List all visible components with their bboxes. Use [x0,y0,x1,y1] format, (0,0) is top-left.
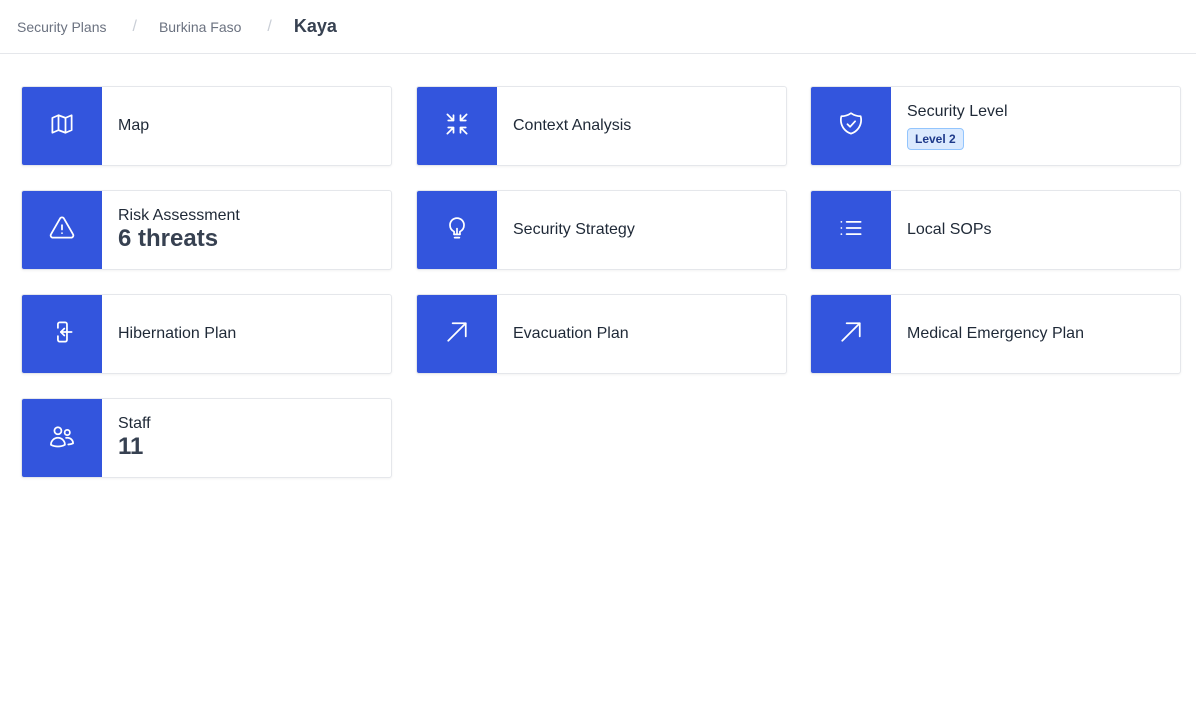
card-evacuation-plan-label: Evacuation Plan [513,325,629,342]
breadcrumb-burkina-faso[interactable]: Burkina Faso [159,19,241,35]
card-staff-tile [22,399,102,477]
card-local-sops-label: Local SOPs [907,221,992,238]
card-risk-assessment[interactable]: Risk Assessment 6 threats [21,190,392,270]
map-icon [48,110,76,143]
card-evacuation-plan-tile [417,295,497,373]
card-security-level-tile [811,87,891,165]
card-staff[interactable]: Staff 11 [21,398,392,478]
arrows-pointing-in-icon [443,110,471,143]
list-icon [837,214,865,247]
card-evacuation-plan[interactable]: Evacuation Plan [416,294,787,374]
users-icon [48,422,76,455]
card-local-sops[interactable]: Local SOPs [810,190,1181,270]
security-level-badge: Level 2 [907,127,964,150]
card-hibernation-plan[interactable]: Hibernation Plan [21,294,392,374]
arrow-up-right-icon [837,318,865,351]
card-context-analysis[interactable]: Context Analysis [416,86,787,166]
staff-count: 11 [118,433,144,460]
card-security-strategy-label: Security Strategy [513,221,635,238]
card-map-tile [22,87,102,165]
card-risk-assessment-label: Risk Assessment [118,207,240,224]
card-map-label: Map [118,117,150,134]
card-map[interactable]: Map [21,86,392,166]
card-security-level-label: Security Level [907,102,1008,120]
card-context-analysis-tile [417,87,497,165]
card-security-level[interactable]: Security Level Level 2 [810,86,1181,166]
card-hibernation-plan-tile [22,295,102,373]
arrow-up-right-icon [443,318,471,351]
risk-threat-count: 6 threats [118,225,219,252]
card-hibernation-plan-label: Hibernation Plan [118,325,237,342]
card-staff-label: Staff [118,415,151,432]
card-risk-assessment-tile [22,191,102,269]
breadcrumb-separator: / [132,17,137,35]
card-security-strategy-tile [417,191,497,269]
breadcrumb: Security Plans / Burkina Faso / Kaya [0,0,1196,54]
card-medical-emergency-plan-tile [811,295,891,373]
card-context-analysis-label: Context Analysis [513,117,632,134]
warning-triangle-icon [48,214,76,247]
shield-check-icon [837,110,865,143]
card-medical-emergency-plan[interactable]: Medical Emergency Plan [810,294,1181,374]
light-bulb-icon [443,214,471,247]
card-local-sops-tile [811,191,891,269]
enter-door-icon [48,318,76,351]
card-medical-emergency-plan-label: Medical Emergency Plan [907,325,1084,342]
page-title: Kaya [293,16,337,36]
card-security-strategy[interactable]: Security Strategy [416,190,787,270]
breadcrumb-separator: / [267,17,272,35]
breadcrumb-security-plans[interactable]: Security Plans [17,19,106,35]
